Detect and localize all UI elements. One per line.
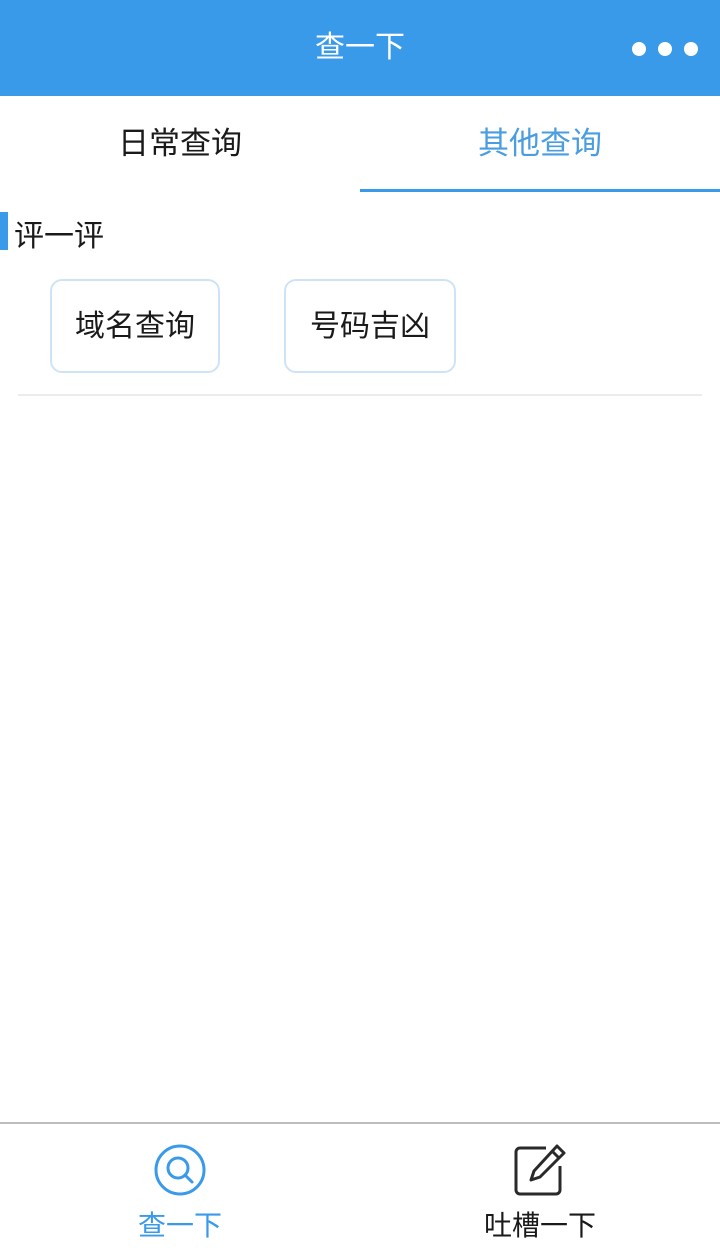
domain-query-button[interactable]: 域名查询 [50,279,220,373]
search-icon [154,1144,206,1196]
tabbar-item-feedback[interactable]: 吐槽一下 [360,1124,720,1248]
tabbar-label-feedback: 吐槽一下 [483,1209,596,1242]
query-tabs: 日常查询 其他查询 [0,96,720,192]
tabbar-label-search: 查一下 [137,1209,222,1242]
more-dots-icon[interactable] [628,32,702,66]
app-page: 查一下 日常查询 其他查询 评一评 域名查询 号码吉凶 查一下 吐槽一下 [0,0,720,1248]
more-dot [658,42,672,56]
section-marker [0,212,8,250]
query-button-row: 域名查询 号码吉凶 [0,279,720,373]
tab-daily-query[interactable]: 日常查询 [0,96,360,192]
more-dot [684,42,698,56]
more-dot [632,42,646,56]
page-title: 查一下 [315,30,405,65]
navigation-bar: 查一下 [0,0,720,96]
edit-icon [514,1144,566,1196]
section-title: 评一评 [14,219,104,254]
number-fortune-button[interactable]: 号码吉凶 [284,279,456,373]
tabbar-item-search[interactable]: 查一下 [0,1124,360,1248]
tab-other-query[interactable]: 其他查询 [360,96,720,192]
bottom-tab-bar: 查一下 吐槽一下 [0,1122,720,1248]
section-divider [18,394,702,396]
